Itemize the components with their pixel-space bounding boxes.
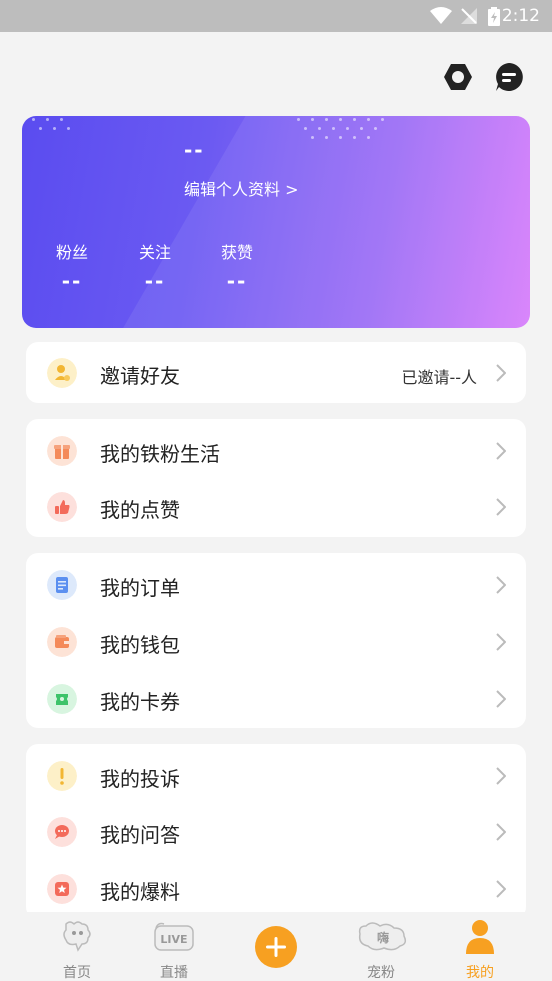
tab-label: 宠粉 <box>367 965 395 981</box>
stat-fans-value: -- <box>61 269 83 293</box>
menu-item-label: 我的订单 <box>100 576 180 600</box>
stat-likes-label: 获赞 <box>220 243 253 262</box>
chevron-right-icon <box>496 880 506 898</box>
status-bar: 2:12 <box>0 0 552 32</box>
tab-label: 首页 <box>63 965 91 981</box>
menu-item-likes[interactable]: 我的点赞 <box>26 478 526 535</box>
tab-live[interactable]: LIVE 直播 <box>129 912 219 981</box>
tab-pet-fans[interactable]: 嗨 宠粉 <box>336 912 426 981</box>
stat-fans-label: 粉丝 <box>55 243 88 262</box>
menu-item-label: 我的问答 <box>100 823 180 847</box>
user-icon <box>466 920 494 954</box>
profile-card[interactable]: -- 编辑个人资料 > 粉丝 -- 关注 -- 获赞 -- <box>22 116 530 328</box>
add-button[interactable] <box>255 926 297 968</box>
menu-item-label: 我的卡券 <box>100 690 180 714</box>
chevron-right-icon <box>496 823 506 841</box>
battery-icon <box>488 7 500 26</box>
chevron-right-icon <box>496 767 506 785</box>
order-icon <box>47 570 77 600</box>
menu-item-wallet[interactable]: 我的钱包 <box>26 613 526 670</box>
coupon-icon <box>47 684 77 714</box>
menu-item-qa[interactable]: 我的问答 <box>26 803 526 860</box>
stat-likes-value: -- <box>226 269 248 293</box>
top-bar <box>0 32 552 116</box>
wifi-icon <box>430 7 452 24</box>
menu-group-2: 我的订单 我的钱包 我的卡券 <box>26 553 526 728</box>
menu-item-tips[interactable]: 我的爆料 <box>26 860 526 917</box>
menu-item-label: 我的铁粉生活 <box>100 442 220 466</box>
menu-item-label: 我的点赞 <box>100 498 180 522</box>
card-decoration <box>106 116 530 328</box>
stat-following-value: -- <box>144 269 166 293</box>
invite-icon <box>47 358 77 388</box>
star-badge-icon <box>47 874 77 904</box>
thumbs-up-icon <box>47 492 77 522</box>
chevron-right-icon <box>496 442 506 460</box>
invite-card: 邀请好友 已邀请--人 <box>26 342 526 403</box>
svg-text:嗨: 嗨 <box>377 930 389 945</box>
settings-icon[interactable] <box>442 61 474 93</box>
wallet-icon <box>47 627 77 657</box>
clock: 2:12 <box>501 6 540 26</box>
tab-label: 我的 <box>466 965 494 981</box>
chevron-right-icon <box>496 690 506 708</box>
chat-icon <box>47 817 77 847</box>
chevron-right-icon <box>496 633 506 651</box>
live-icon: LIVE <box>154 922 194 951</box>
stat-following[interactable]: 关注 -- <box>125 239 185 293</box>
exclamation-icon <box>47 761 77 791</box>
menu-item-orders[interactable]: 我的订单 <box>26 556 526 613</box>
chevron-right-icon <box>496 498 506 516</box>
message-icon[interactable] <box>493 61 525 93</box>
menu-item-label: 我的钱包 <box>100 633 180 657</box>
tab-label: 直播 <box>160 965 188 981</box>
menu-group-1: 我的铁粉生活 我的点赞 <box>26 419 526 537</box>
menu-group-3: 我的投诉 我的问答 我的爆料 <box>26 744 526 919</box>
menu-item-label: 我的爆料 <box>100 880 180 904</box>
plus-icon <box>266 937 286 957</box>
invite-friends-row[interactable]: 邀请好友 已邀请--人 <box>26 344 526 401</box>
gift-icon <box>47 436 77 466</box>
menu-item-fan-life[interactable]: 我的铁粉生活 <box>26 422 526 479</box>
menu-item-complaints[interactable]: 我的投诉 <box>26 747 526 804</box>
stat-likes[interactable]: 获赞 -- <box>207 239 267 293</box>
svg-text:LIVE: LIVE <box>160 933 187 946</box>
no-signal-icon <box>461 8 477 24</box>
invited-count: 已邀请--人 <box>401 368 477 387</box>
menu-item-coupons[interactable]: 我的卡券 <box>26 670 526 727</box>
edit-profile-link[interactable]: 编辑个人资料 > <box>184 176 299 200</box>
pet-fan-icon: 嗨 <box>358 922 407 951</box>
tab-home[interactable]: 首页 <box>32 912 122 981</box>
stat-following-label: 关注 <box>138 243 171 262</box>
username: -- <box>184 138 205 162</box>
tab-me[interactable]: 我的 <box>435 912 525 981</box>
bottom-tab-bar: 首页 LIVE 直播 嗨 宠粉 我的 <box>0 912 552 981</box>
chevron-right-icon <box>496 576 506 594</box>
stat-fans[interactable]: 粉丝 -- <box>42 239 102 293</box>
invite-friends-label: 邀请好友 <box>100 364 180 388</box>
home-icon <box>63 921 91 952</box>
chevron-right-icon <box>496 364 506 382</box>
menu-item-label: 我的投诉 <box>100 767 180 791</box>
